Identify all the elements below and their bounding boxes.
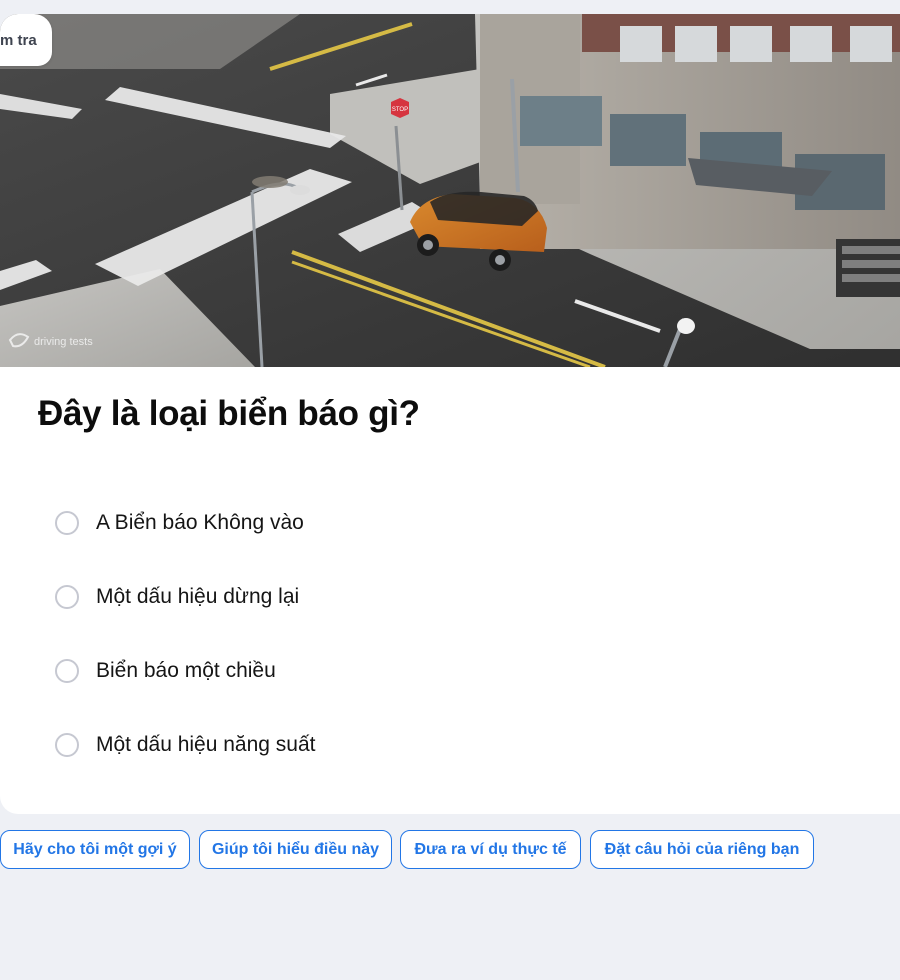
answer-option-label: Một dấu hiệu năng suất <box>96 733 316 756</box>
radio-unchecked-icon[interactable] <box>55 585 79 609</box>
check-button[interactable]: m tra <box>0 14 52 66</box>
radio-unchecked-icon[interactable] <box>55 733 79 757</box>
stop-sign-text: STOP <box>392 107 408 113</box>
answer-option-c[interactable]: Biển báo một chiều <box>55 654 475 688</box>
watermark-text: driving tests <box>34 336 93 348</box>
answer-option-label: A Biển báo Không vào <box>96 511 304 534</box>
check-button-label: m tra <box>0 31 37 49</box>
radio-unchecked-icon[interactable] <box>55 659 79 683</box>
hint-button[interactable]: Hãy cho tôi một gợi ý <box>0 830 190 869</box>
answer-option-d[interactable]: Một dấu hiệu năng suất <box>55 728 475 762</box>
answer-option-b[interactable]: Một dấu hiệu dừng lại <box>55 580 475 614</box>
intersection-scene-image: STOP driving tests <box>0 14 900 367</box>
question-title: Đây là loại biển báo gì? <box>38 394 420 433</box>
explain-button[interactable]: Giúp tôi hiểu điều này <box>199 830 392 869</box>
answer-option-label: Một dấu hiệu dừng lại <box>96 585 300 608</box>
answer-option-label: Biển báo một chiều <box>96 659 276 682</box>
radio-unchecked-icon[interactable] <box>55 511 79 535</box>
ask-own-question-button[interactable]: Đặt câu hỏi của riêng bạn <box>590 830 814 869</box>
real-example-button[interactable]: Đưa ra ví dụ thực tế <box>400 830 581 869</box>
answer-option-a[interactable]: A Biển báo Không vào <box>55 506 475 540</box>
